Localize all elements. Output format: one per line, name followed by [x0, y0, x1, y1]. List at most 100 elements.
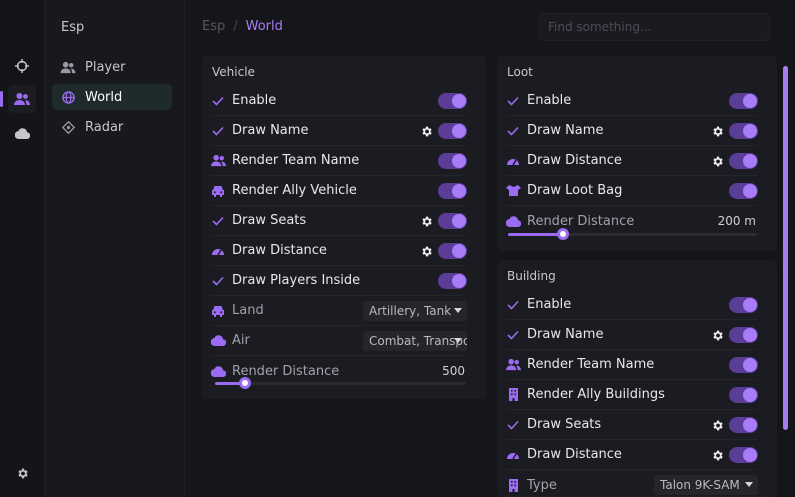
cloud-icon[interactable]: [8, 119, 36, 147]
icon-rail: [0, 0, 45, 497]
vehicle-draw-players-inside-label: Draw Players Inside: [232, 273, 361, 288]
loot-enable-toggle[interactable]: [729, 93, 758, 109]
loot-render-distance-slider[interactable]: [508, 228, 757, 240]
vehicle-draw-players-inside-toggle[interactable]: [438, 273, 467, 289]
check-icon: [505, 297, 521, 313]
breadcrumb-current: World: [245, 19, 283, 34]
scrollbar-thumb[interactable]: [783, 66, 788, 430]
chevron-down-icon: [454, 338, 462, 343]
loot-panel: Loot Enable Draw Name Draw Distance Draw…: [497, 56, 777, 251]
users-icon[interactable]: [8, 85, 36, 113]
car-icon: [210, 303, 226, 319]
search-input[interactable]: [539, 13, 770, 41]
crosshair-icon[interactable]: [8, 52, 36, 80]
building-draw-distance-row: Draw Distance: [505, 440, 758, 470]
loot-draw-distance-row: Draw Distance: [505, 146, 758, 176]
vehicle-render-ally-vehicle-toggle[interactable]: [438, 183, 467, 199]
chevron-down-icon: [745, 482, 753, 487]
gear-icon[interactable]: [8, 459, 36, 487]
building-render-ally-buildings-toggle[interactable]: [729, 387, 758, 403]
gear-icon[interactable]: [710, 154, 724, 168]
building-render-team-name-row: Render Team Name: [505, 350, 758, 380]
vehicle-enable-row: Enable: [210, 86, 467, 116]
loot-draw-loot-bag-toggle[interactable]: [729, 183, 758, 199]
loot-draw-name-row: Draw Name: [505, 116, 758, 146]
gauge-icon: [505, 153, 521, 169]
vehicle-draw-name-row: Draw Name: [210, 116, 467, 146]
building-enable-toggle[interactable]: [729, 297, 758, 313]
loot-enable-row: Enable: [505, 86, 758, 116]
sidebar-title: Esp: [61, 20, 85, 35]
building-draw-name-row: Draw Name: [505, 320, 758, 350]
loot-draw-distance-toggle[interactable]: [729, 153, 758, 169]
gauge-icon: [505, 447, 521, 463]
building-icon: [505, 387, 521, 403]
vehicle-air-dropdown[interactable]: Combat, Transport: [363, 331, 467, 351]
sidebar-item-world[interactable]: World: [52, 84, 172, 110]
building-draw-name-label: Draw Name: [527, 327, 604, 342]
breadcrumb-root[interactable]: Esp: [202, 19, 225, 34]
building-enable-label: Enable: [527, 297, 572, 312]
vehicle-render-distance-slider[interactable]: [215, 377, 466, 389]
building-render-team-name-label: Render Team Name: [527, 357, 655, 372]
gear-icon[interactable]: [710, 448, 724, 462]
vehicle-render-distance-label: Render Distance: [232, 363, 340, 379]
globe-icon: [60, 89, 76, 105]
vehicle-render-ally-vehicle-label: Render Ally Vehicle: [232, 183, 357, 198]
vehicle-land-label: Land: [232, 303, 264, 318]
vehicle-draw-distance-toggle[interactable]: [438, 243, 467, 259]
loot-draw-distance-label: Draw Distance: [527, 153, 622, 168]
gear-icon[interactable]: [710, 124, 724, 138]
slider-thumb[interactable]: [239, 377, 251, 389]
building-type-dropdown[interactable]: Talon 9K-SAM: [654, 475, 758, 495]
check-icon: [505, 327, 521, 343]
building-type-label: Type: [527, 477, 557, 493]
building-enable-row: Enable: [505, 290, 758, 320]
vehicle-panel-title: Vehicle: [212, 65, 255, 79]
building-draw-seats-label: Draw Seats: [527, 417, 602, 432]
sidebar-item-radar[interactable]: Radar: [52, 114, 172, 140]
slider-thumb[interactable]: [557, 228, 569, 240]
check-icon: [505, 93, 521, 109]
check-icon: [505, 417, 521, 433]
gauge-icon: [210, 243, 226, 259]
sidebar-item-label: Player: [85, 59, 126, 75]
gear-icon[interactable]: [419, 124, 433, 138]
building-render-team-name-toggle[interactable]: [729, 357, 758, 373]
loot-render-distance-label: Render Distance: [527, 213, 635, 229]
vehicle-enable-toggle[interactable]: [438, 93, 467, 109]
vehicle-panel: Vehicle Enable Draw Name Render Team Nam…: [202, 56, 486, 399]
loot-draw-name-toggle[interactable]: [729, 123, 758, 139]
building-draw-distance-toggle[interactable]: [729, 447, 758, 463]
check-icon: [505, 123, 521, 139]
building-draw-seats-toggle[interactable]: [729, 417, 758, 433]
vehicle-draw-distance-row: Draw Distance: [210, 236, 467, 266]
vehicle-land-dropdown[interactable]: Artillery, Tank: [363, 301, 467, 321]
vehicle-draw-seats-toggle[interactable]: [438, 213, 467, 229]
vehicle-draw-name-toggle[interactable]: [438, 123, 467, 139]
loot-draw-name-label: Draw Name: [527, 123, 604, 138]
sidebar-item-label: World: [85, 89, 123, 105]
gear-icon[interactable]: [419, 244, 433, 258]
gear-icon[interactable]: [710, 328, 724, 342]
vehicle-render-team-name-toggle[interactable]: [438, 153, 467, 169]
radar-icon: [60, 119, 76, 135]
building-render-ally-buildings-label: Render Ally Buildings: [527, 387, 665, 402]
vehicle-draw-seats-label: Draw Seats: [232, 213, 307, 228]
car-icon: [210, 183, 226, 199]
gear-icon[interactable]: [710, 418, 724, 432]
gear-icon[interactable]: [419, 214, 433, 228]
vehicle-air-label: Air: [232, 333, 250, 348]
building-draw-distance-label: Draw Distance: [527, 447, 622, 462]
sidebar-item-player[interactable]: Player: [52, 54, 172, 80]
vehicle-land-value: Artillery, Tank: [369, 304, 452, 318]
building-panel-title: Building: [507, 269, 556, 283]
users-icon: [505, 357, 521, 373]
building-draw-name-toggle[interactable]: [729, 327, 758, 343]
breadcrumb-separator: /: [233, 19, 238, 34]
slider-fill: [508, 233, 563, 236]
sidebar-item-label: Radar: [85, 119, 124, 135]
sidebar: Esp Player World Radar: [45, 0, 185, 497]
vehicle-draw-players-inside-row: Draw Players Inside: [210, 266, 467, 296]
vehicle-render-distance-value: 500: [442, 364, 465, 378]
